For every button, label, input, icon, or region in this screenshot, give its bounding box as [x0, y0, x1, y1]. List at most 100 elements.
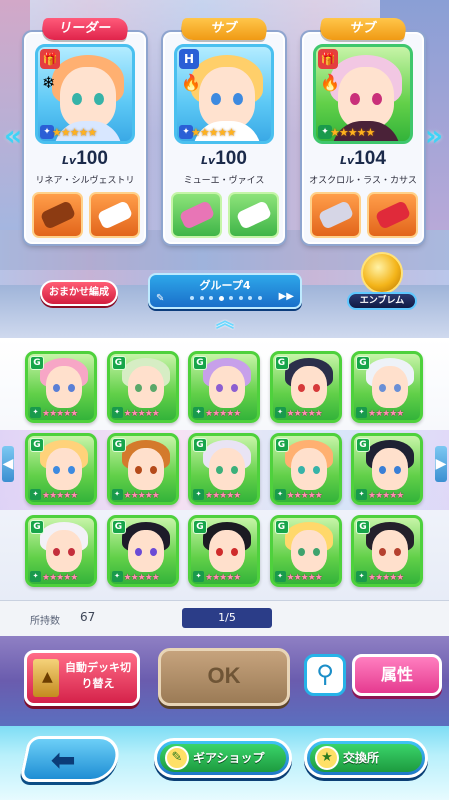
roster-character-card[interactable]: G ✦ ★★★★★ [351, 515, 423, 587]
type-badge-icon: ✦ [30, 571, 41, 582]
back-arrow-icon: ⬅ [50, 743, 76, 778]
gear-slot-2[interactable] [367, 192, 418, 238]
rarity-stars: ★★★★★ [205, 573, 241, 583]
leader-card[interactable]: リーダー 🎁 ❄ ✦ ★★★★★ Lv100 リネア・シルヴェストリ [24, 18, 146, 244]
roster-character-card[interactable]: G ✦ ★★★★★ [269, 351, 342, 423]
roster-character-card[interactable]: G ✦ ★★★★★ [25, 515, 97, 587]
ok-button[interactable]: OK [158, 648, 290, 706]
gear-slot-1[interactable] [32, 192, 83, 238]
auto-formation-button[interactable]: おまかせ編成 [40, 280, 118, 306]
sub2-level: Lv104 [340, 148, 386, 169]
sub-card-1[interactable]: サブ H 🔥 ✦ ★★★★★ Lv100 ミューエ・ヴァイス [163, 18, 285, 244]
roster-character-card[interactable]: G ✦ ★★★★★ [106, 515, 179, 587]
type-badge-icon: ✦ [274, 489, 286, 500]
sub2-gear-row [310, 192, 418, 238]
gear-slot-1[interactable] [171, 192, 222, 238]
roster-character-card[interactable]: G ✦ ★★★★★ [188, 433, 260, 505]
exchange-icon: ★ [315, 746, 339, 770]
roster-character-card[interactable]: G ✦ ★★★★★ [25, 351, 97, 423]
rarity-stars: ★★★★★ [286, 491, 323, 501]
rarity-stars: ★★★★★ [42, 409, 78, 419]
chevron-up-icon[interactable]: ︽ [210, 313, 240, 334]
group-dot[interactable] [257, 296, 262, 300]
prev-team-arrow-icon[interactable]: « [4, 118, 22, 154]
g-rank-icon: G [274, 356, 289, 370]
exchange-button[interactable]: ★ 交換所 [304, 738, 428, 778]
type-badge-icon: ✦ [274, 407, 286, 418]
g-rank-icon: G [274, 520, 289, 534]
roster-character-card[interactable]: G ✦ ★★★★★ [106, 433, 179, 505]
group-dot[interactable] [218, 295, 224, 301]
sub1-portrait[interactable]: H 🔥 ✦ ★★★★★ [174, 44, 274, 144]
tower-icon: ▲ [33, 659, 59, 697]
emblem-icon [361, 252, 403, 294]
group-dot[interactable] [199, 296, 204, 300]
exchange-label: 交換所 [343, 751, 380, 765]
group-dot[interactable] [238, 296, 243, 300]
grid-next-arrow-icon[interactable]: ▶ [435, 446, 447, 482]
sub1-name: ミューエ・ヴァイス [183, 176, 265, 186]
sub2-portrait[interactable]: 🎁 🔥 ✦ ★★★★★ [313, 44, 413, 144]
group-dot[interactable] [190, 296, 194, 300]
roster-character-card[interactable]: G ✦ ★★★★★ [25, 433, 97, 505]
rarity-stars: ★★★★★ [205, 491, 241, 501]
roster-character-card[interactable]: G ✦ ★★★★★ [188, 515, 260, 587]
g-rank-icon: G [111, 520, 126, 534]
gear-slot-1[interactable] [310, 192, 361, 238]
type-badge-icon: ✦ [274, 571, 286, 582]
type-badge-icon: ✦ [193, 571, 204, 582]
action-bar: ▲ 自動デッキ切り替え OK ⚲ 属性 [0, 636, 449, 726]
type-badge-icon: ✦ [111, 489, 123, 500]
rarity-stars: ★★★★★ [368, 409, 404, 419]
g-rank-icon: G [111, 356, 126, 370]
group-dot[interactable] [248, 296, 253, 300]
g-rank-icon: G [356, 356, 370, 370]
fast-forward-icon[interactable]: ▶▶ [279, 291, 294, 302]
search-icon[interactable]: ⚲ [304, 654, 346, 696]
roster-character-card[interactable]: G ✦ ★★★★★ [351, 351, 423, 423]
type-badge-icon: ✦ [30, 489, 41, 500]
group-label: グループ4 [199, 279, 251, 292]
leader-portrait[interactable]: 🎁 ❄ ✦ ★★★★★ [35, 44, 135, 144]
roster-character-card[interactable]: G ✦ ★★★★★ [269, 515, 342, 587]
rarity-stars: ★★★★★ [42, 573, 78, 583]
g-rank-icon: G [30, 520, 44, 534]
type-badge-icon: ✦ [193, 489, 204, 500]
rarity-stars: ★★★★★ [368, 491, 404, 501]
type-badge-icon: ✦ [193, 407, 204, 418]
rarity-stars: ★★★★★ [123, 409, 160, 419]
auto-deck-switch-button[interactable]: ▲ 自動デッキ切り替え [24, 650, 140, 706]
sub-card-2[interactable]: サブ 🎁 🔥 ✦ ★★★★★ Lv104 オスクロル・ラス・カサス [302, 18, 424, 244]
g-rank-icon: G [356, 438, 370, 452]
sub-tag: サブ [179, 18, 269, 40]
gear-shop-button[interactable]: ✎ ギアショップ [154, 738, 292, 778]
type-badge-icon: ✦ [30, 407, 41, 418]
gear-slot-2[interactable] [89, 192, 140, 238]
gear-shop-label: ギアショップ [193, 751, 265, 765]
roster-character-card[interactable]: G ✦ ★★★★★ [188, 351, 260, 423]
back-button[interactable]: ⬅ [19, 736, 123, 782]
h-badge-icon: H [179, 49, 199, 69]
gear-slot-2[interactable] [228, 192, 279, 238]
emblem-button[interactable]: エンブレム [347, 252, 417, 316]
group-dot[interactable] [209, 296, 214, 300]
group-selector[interactable]: グループ4 ✎ ▶▶ [148, 273, 302, 309]
owned-label: 所持数 [30, 616, 60, 627]
grid-prev-arrow-icon[interactable]: ◀ [2, 446, 14, 482]
next-team-arrow-icon[interactable]: » [425, 118, 443, 154]
g-rank-icon: G [30, 356, 44, 370]
page-indicator: 1/5 [182, 608, 272, 628]
sub1-level: Lv100 [201, 148, 247, 169]
roster-character-card[interactable]: G ✦ ★★★★★ [106, 351, 179, 423]
group-dot[interactable] [229, 296, 234, 300]
roster-character-card[interactable]: G ✦ ★★★★★ [269, 433, 342, 505]
rarity-stars: ★★★★★ [123, 573, 160, 583]
footer: ⬅ ✎ ギアショップ ★ 交換所 [0, 726, 449, 800]
flame-icon: 🔥 [320, 73, 340, 92]
gift-icon: 🎁 [40, 49, 60, 69]
type-badge-icon: ✦ [356, 571, 367, 582]
attribute-filter-button[interactable]: 属性 [352, 654, 442, 696]
roster-character-card[interactable]: G ✦ ★★★★★ [351, 433, 423, 505]
pencil-icon[interactable]: ✎ [156, 293, 164, 304]
sub2-name: オスクロル・ラス・カサス [309, 176, 417, 186]
